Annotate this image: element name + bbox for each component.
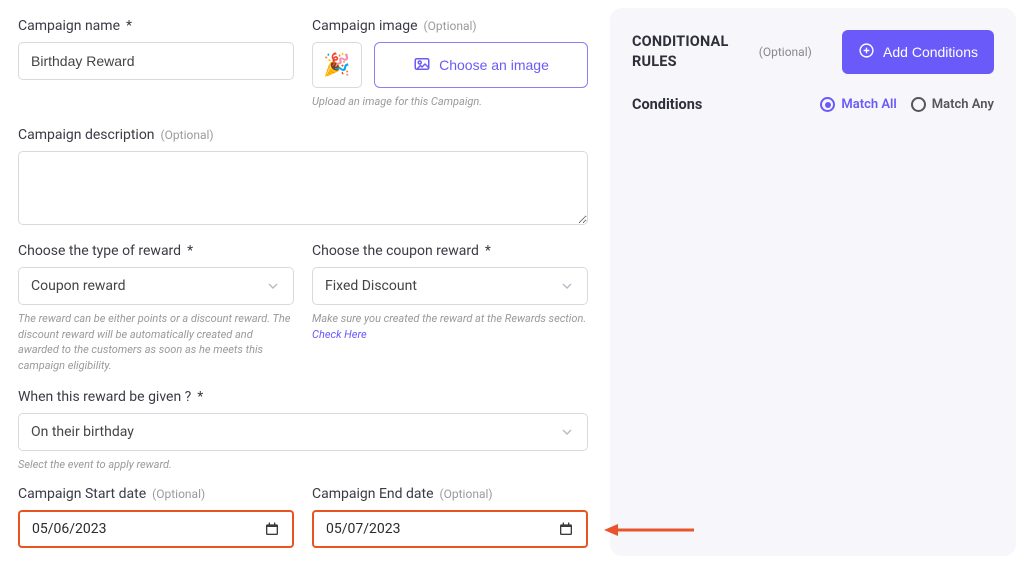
coupon-reward-label: Choose the coupon reward * bbox=[312, 243, 588, 259]
campaign-end-date-input[interactable]: 05/07/2023 bbox=[312, 510, 588, 548]
choose-image-button[interactable]: Choose an image bbox=[374, 42, 588, 88]
start-date-label: Campaign Start date (Optional) bbox=[18, 486, 294, 502]
plus-circle-icon bbox=[858, 42, 875, 62]
picture-icon bbox=[413, 55, 431, 76]
campaign-image-label: Campaign image (Optional) bbox=[312, 18, 588, 34]
conditions-label: Conditions bbox=[632, 96, 702, 113]
calendar-icon bbox=[264, 521, 280, 537]
coupon-reward-helper: Make sure you created the reward at the … bbox=[312, 311, 588, 342]
when-given-helper: Select the event to apply reward. bbox=[18, 457, 588, 472]
calendar-icon bbox=[558, 521, 574, 537]
coupon-reward-select[interactable]: Fixed Discount bbox=[312, 267, 588, 305]
chevron-down-icon bbox=[559, 278, 575, 294]
campaign-image-helper: Upload an image for this Campaign. bbox=[312, 94, 588, 109]
campaign-name-input[interactable] bbox=[18, 42, 294, 80]
add-conditions-button[interactable]: Add Conditions bbox=[842, 30, 994, 74]
campaign-start-date-input[interactable]: 05/06/2023 bbox=[18, 510, 294, 548]
campaign-description-label: Campaign description (Optional) bbox=[18, 127, 588, 143]
when-given-label: When this reward be given ? * bbox=[18, 389, 588, 405]
radio-off-icon bbox=[911, 97, 926, 112]
conditional-rules-title: CONDITIONAL RULES bbox=[632, 32, 729, 71]
campaign-name-label: Campaign name * bbox=[18, 18, 294, 34]
reward-type-label: Choose the type of reward * bbox=[18, 243, 294, 259]
confetti-icon: 🎉 bbox=[323, 53, 350, 78]
match-any-radio[interactable]: Match Any bbox=[911, 97, 994, 112]
reward-type-helper: The reward can be either points or a dis… bbox=[18, 311, 294, 373]
match-all-radio[interactable]: Match All bbox=[820, 97, 896, 112]
campaign-image-preview: 🎉 bbox=[312, 42, 362, 88]
chevron-down-icon bbox=[265, 278, 281, 294]
chevron-down-icon bbox=[559, 424, 575, 440]
when-given-select[interactable]: On their birthday bbox=[18, 413, 588, 451]
end-date-label: Campaign End date (Optional) bbox=[312, 486, 588, 502]
check-here-link[interactable]: Check Here bbox=[312, 328, 367, 341]
conditional-rules-optional-label: (Optional) bbox=[759, 45, 812, 59]
reward-type-select[interactable]: Coupon reward bbox=[18, 267, 294, 305]
campaign-description-textarea[interactable] bbox=[18, 151, 588, 225]
radio-on-icon bbox=[820, 97, 835, 112]
